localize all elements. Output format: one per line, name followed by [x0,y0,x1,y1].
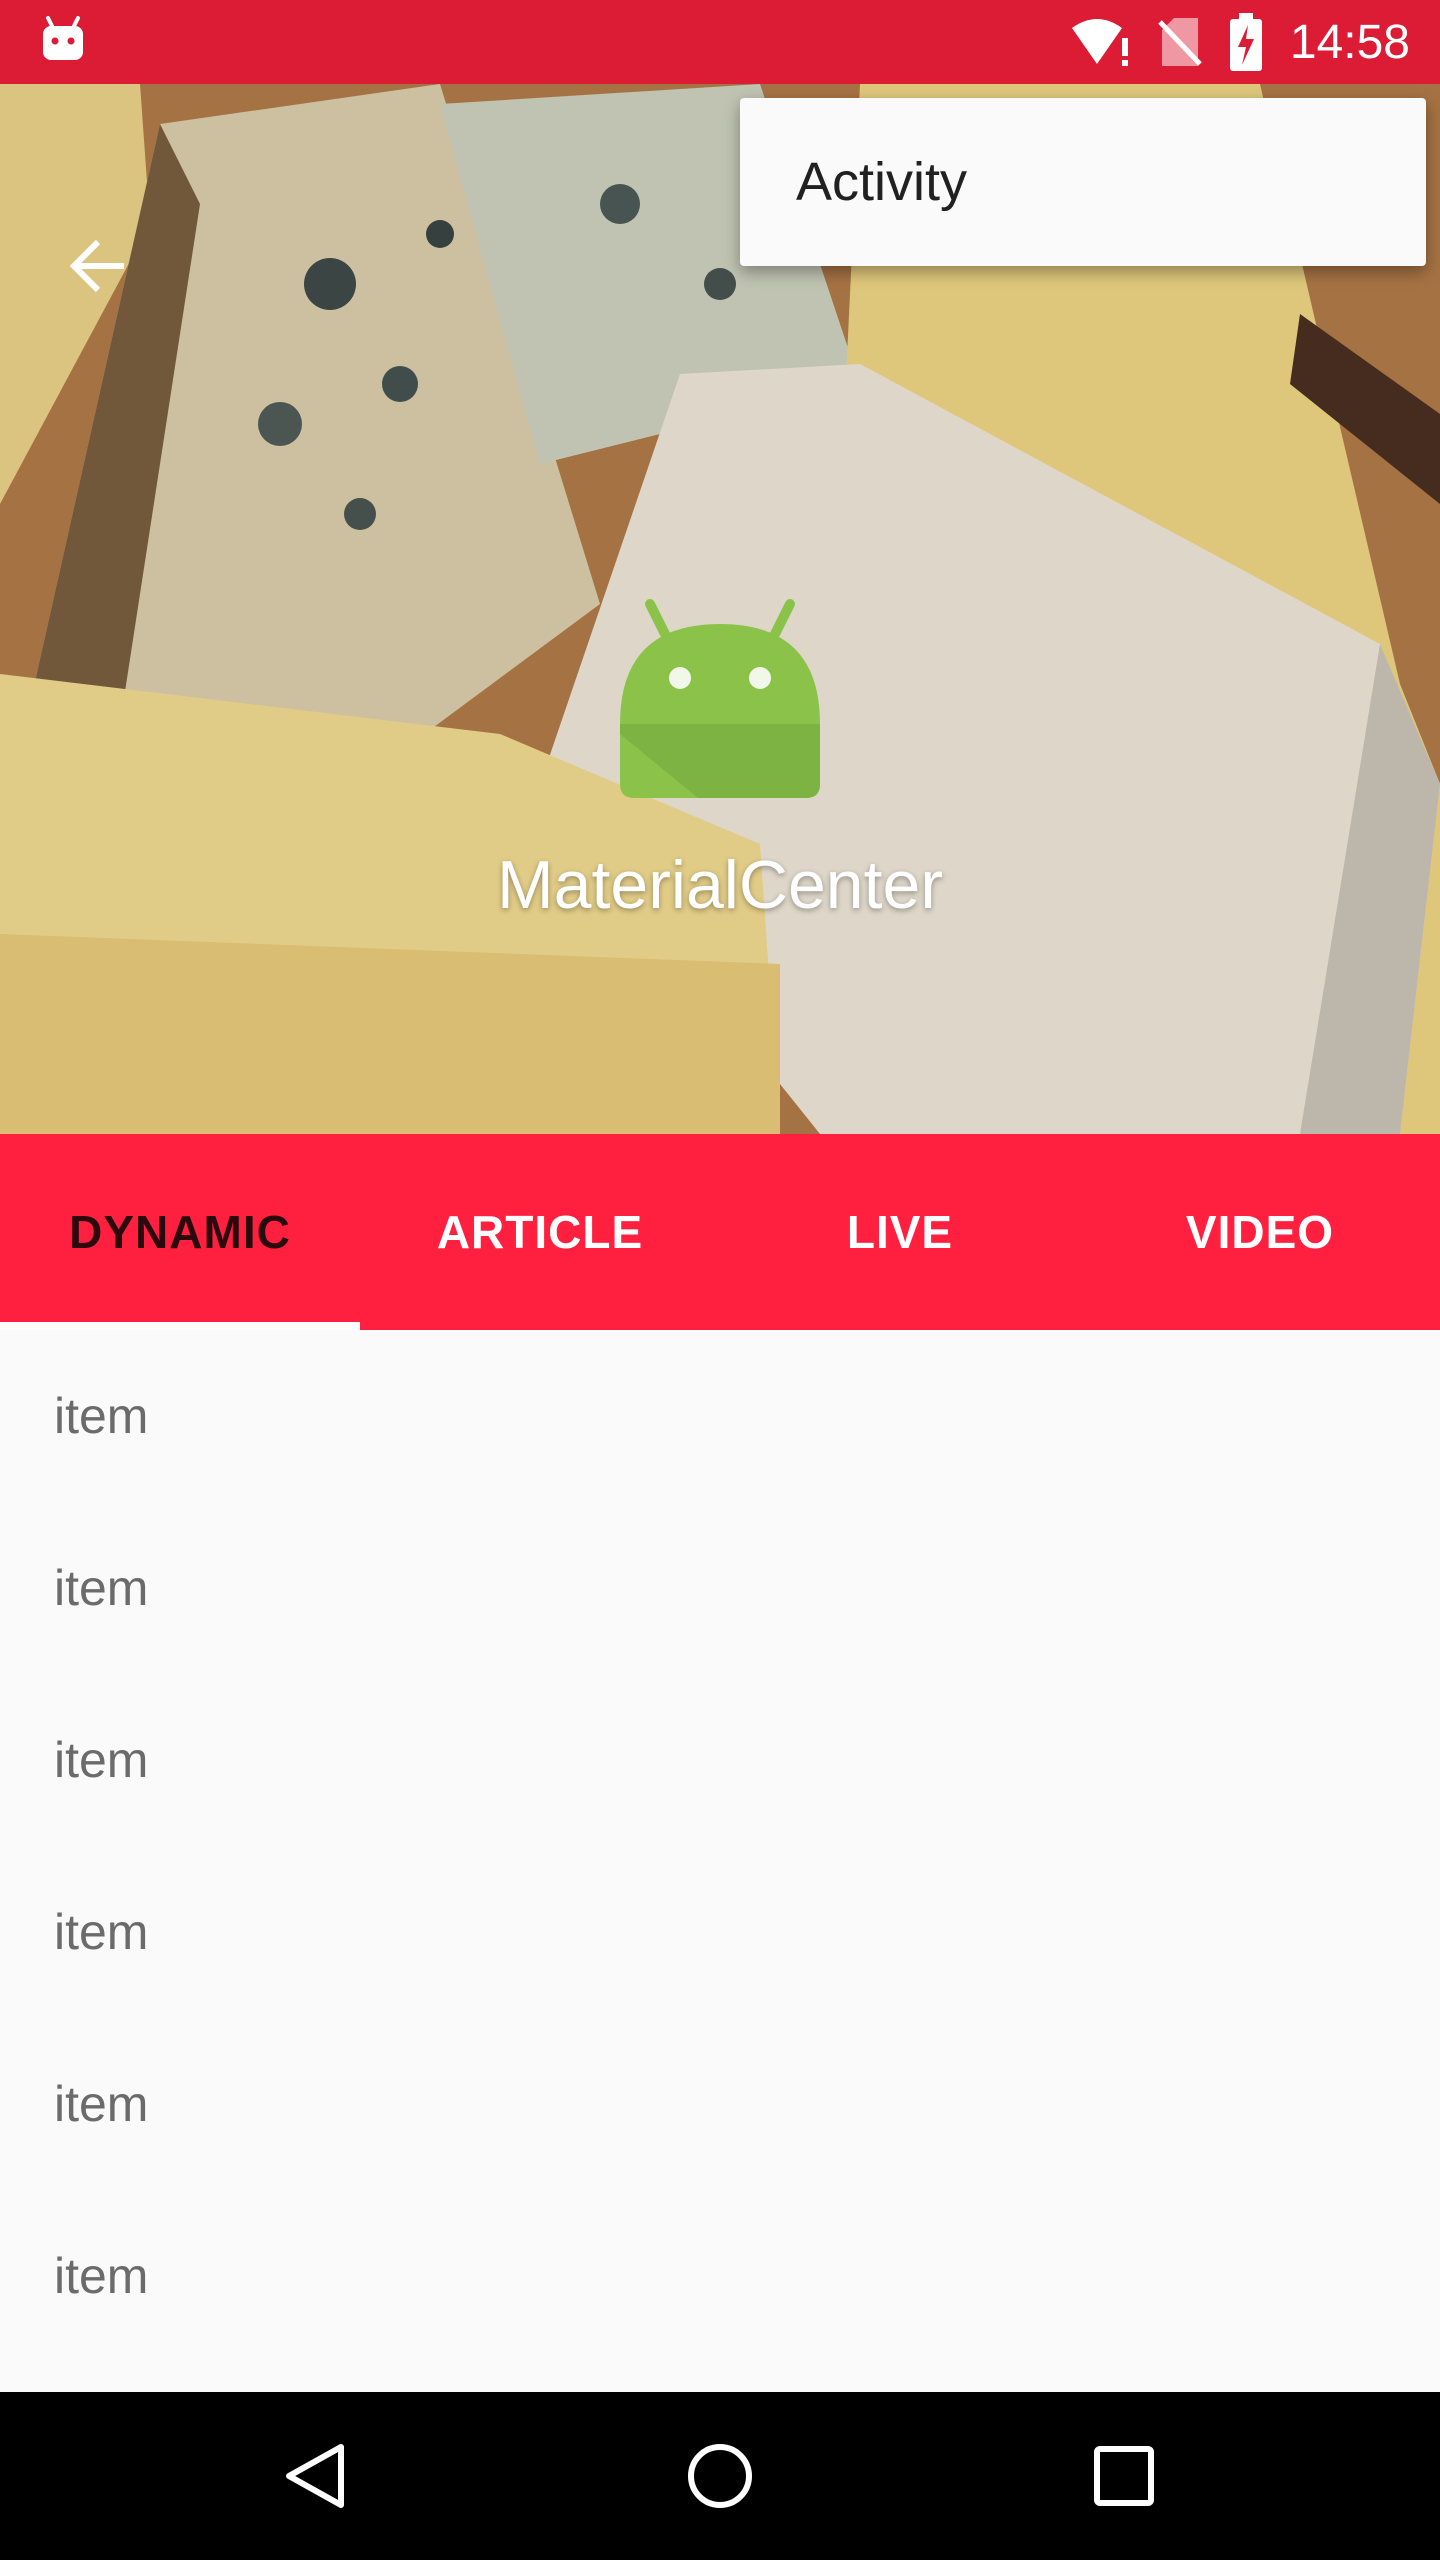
tab-live[interactable]: LIVE [720,1134,1080,1330]
list-item[interactable]: item [0,1502,1440,1674]
tab-video[interactable]: VIDEO [1080,1134,1440,1330]
nav-home-button[interactable] [670,2426,770,2526]
navigation-bar [0,2392,1440,2560]
home-circle-icon [688,2444,752,2508]
tab-dynamic[interactable]: DYNAMIC [0,1134,360,1330]
app-title: MaterialCenter [497,847,943,923]
list-item[interactable]: item [0,1846,1440,2018]
status-icons: 14:58 [1070,0,1410,84]
tab-indicator [0,1322,360,1330]
android-logo-icon [620,599,820,798]
nav-back-button[interactable] [266,2426,366,2526]
wifi-alert-icon [1071,19,1128,66]
overflow-menu: Activity [740,98,1426,266]
status-bar: 14:58 [0,0,1440,84]
arrow-back-icon [69,239,124,293]
list-item[interactable]: item [0,2190,1440,2362]
recents-square-icon [1094,2446,1154,2506]
status-time: 14:58 [1289,15,1410,69]
list-item[interactable]: item [0,1330,1440,1502]
battery-charging-icon [1229,13,1262,71]
android-notification-icon [43,16,83,60]
item-list: item item item item item item [0,1330,1440,2392]
app-screen: 14:58 MaterialCenter Activity DYNAMIC AR… [0,0,1440,2560]
tab-article[interactable]: ARTICLE [360,1134,720,1330]
back-triangle-icon [286,2444,344,2508]
menu-item-activity[interactable]: Activity [796,98,967,266]
back-button[interactable] [56,224,140,308]
no-sim-icon [1158,18,1202,66]
tab-bar: DYNAMIC ARTICLE LIVE VIDEO [0,1134,1440,1330]
list-item[interactable]: item [0,1674,1440,1846]
list-item[interactable]: item [0,2018,1440,2190]
nav-recents-button[interactable] [1074,2426,1174,2526]
